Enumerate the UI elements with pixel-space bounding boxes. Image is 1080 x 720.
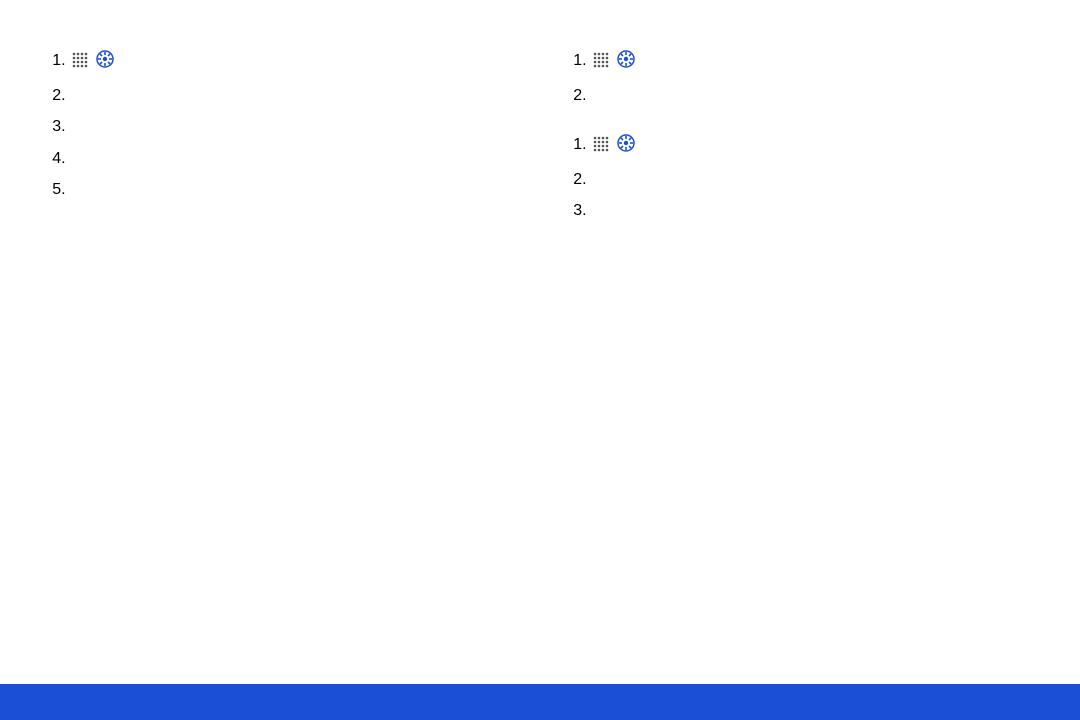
list-item	[70, 85, 519, 107]
settings-gear-icon	[617, 134, 635, 159]
list-item	[70, 116, 519, 138]
list-item	[591, 50, 1040, 75]
list-item	[591, 200, 1040, 222]
left-column	[42, 36, 519, 232]
list-item	[591, 85, 1040, 107]
right-column	[563, 36, 1040, 232]
apps-grid-icon	[593, 136, 609, 159]
list-item	[591, 134, 1040, 159]
manual-page	[0, 0, 1080, 720]
list-item	[70, 148, 519, 170]
settings-gear-icon	[617, 50, 635, 75]
list-item	[591, 169, 1040, 191]
list-item	[70, 179, 519, 201]
apps-grid-icon	[72, 52, 88, 75]
content-area	[0, 0, 1080, 232]
list-item	[70, 50, 519, 75]
page-footer	[0, 684, 1080, 720]
apps-grid-icon	[593, 52, 609, 75]
steps-list	[42, 50, 519, 201]
steps-list	[563, 50, 1040, 106]
settings-gear-icon	[96, 50, 114, 75]
steps-list	[563, 134, 1040, 222]
